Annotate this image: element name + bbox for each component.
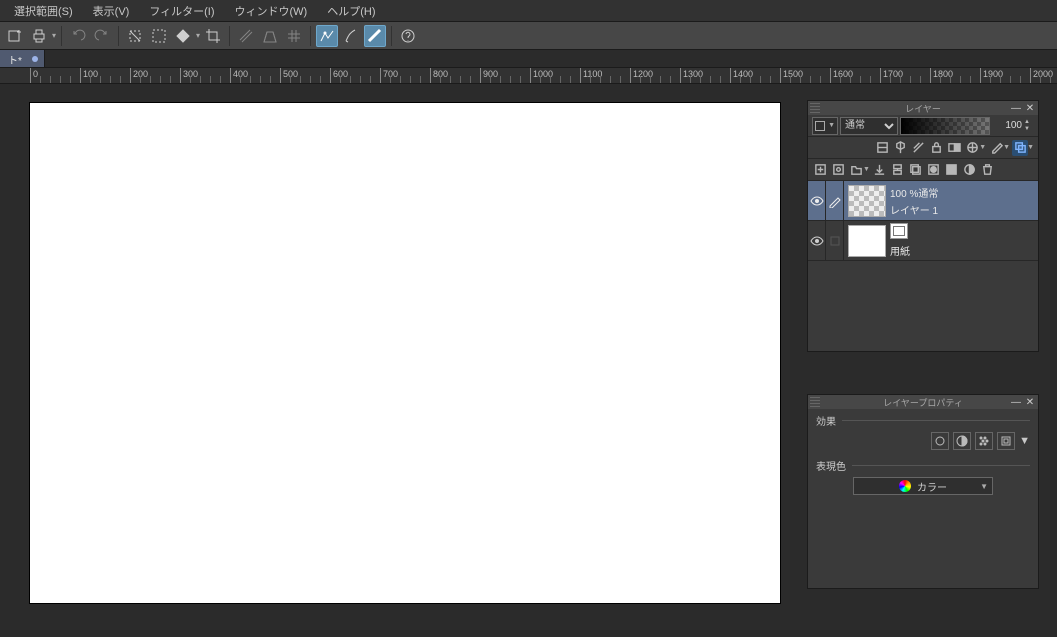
horizontal-ruler: 0100200300400500600700800900100011001200… xyxy=(0,68,1057,84)
delete-layer-icon[interactable] xyxy=(980,162,996,178)
layer-thumbnail xyxy=(848,185,886,217)
corr-taper-icon[interactable] xyxy=(364,25,386,47)
layer-list: 100 %通常 レイヤー 1 用紙 xyxy=(808,181,1038,351)
snap-parallel-icon[interactable] xyxy=(235,25,257,47)
command-bar: ▾ ▾ xyxy=(0,22,1057,50)
menu-help[interactable]: ヘルプ(H) xyxy=(317,0,385,22)
layer-item[interactable]: 用紙 xyxy=(808,221,1038,261)
select-all-icon[interactable] xyxy=(148,25,170,47)
new-raster-layer-icon[interactable] xyxy=(812,162,828,178)
layer-item[interactable]: 100 %通常 レイヤー 1 xyxy=(808,181,1038,221)
layer-mask-quick-icon[interactable] xyxy=(926,162,942,178)
layer-combine-icon[interactable] xyxy=(1012,140,1028,156)
effect-extract-line-icon[interactable] xyxy=(997,432,1015,450)
layers-panel: レイヤー — ✕ ▼ 通常 100 ▲▼ ▼ ▼ ▼ xyxy=(807,100,1039,352)
layer-property-titlebar[interactable]: レイヤープロパティ — ✕ xyxy=(808,395,1038,409)
lock-icon[interactable] xyxy=(928,140,944,156)
layer-opacity-label: 100 %通常 xyxy=(890,185,938,200)
ruler-tick: 0 xyxy=(30,68,38,84)
clip-mask-icon[interactable] xyxy=(874,140,890,156)
effect-border-icon[interactable] xyxy=(931,432,949,450)
layer-color-icon[interactable] xyxy=(988,140,1004,156)
visibility-toggle-icon[interactable] xyxy=(808,181,826,221)
visibility-toggle-icon[interactable] xyxy=(808,221,826,261)
blend-row: ▼ 通常 100 ▲▼ xyxy=(808,115,1038,137)
layer-thumbnail xyxy=(848,225,886,257)
effect-section-label: 効果 xyxy=(808,409,1038,428)
menu-filter[interactable]: フィルター(I) xyxy=(139,0,224,22)
layer-name: レイヤー 1 xyxy=(890,202,938,217)
color-section-label: 表現色 xyxy=(808,454,1038,473)
panel-close-icon[interactable]: ✕ xyxy=(1024,102,1036,114)
crop-icon[interactable] xyxy=(202,25,224,47)
edit-target-icon[interactable] xyxy=(826,181,844,221)
ruler-sub-icon[interactable] xyxy=(964,140,980,156)
apply-mask-icon[interactable] xyxy=(944,162,960,178)
grip-icon[interactable] xyxy=(810,103,820,113)
layer-action-row-1: ▼ ▼ ▼ xyxy=(808,137,1038,159)
layer-name: 用紙 xyxy=(890,243,910,258)
new-folder-icon[interactable] xyxy=(848,162,864,178)
redo-icon[interactable] xyxy=(91,25,113,47)
undo-icon[interactable] xyxy=(67,25,89,47)
dirty-dot-icon xyxy=(32,56,38,62)
fill-icon[interactable] xyxy=(172,25,194,47)
menu-window[interactable]: ウィンドウ(W) xyxy=(225,0,318,22)
effect-screen-icon[interactable] xyxy=(975,432,993,450)
layer-property-panel: レイヤープロパティ — ✕ 効果 ▼ 表現色 カラー ▼ xyxy=(807,394,1039,589)
print-icon[interactable] xyxy=(28,25,50,47)
layers-panel-title: レイヤー xyxy=(905,102,941,115)
panel-minimize-icon[interactable]: — xyxy=(1010,396,1022,408)
canvas[interactable] xyxy=(30,103,780,603)
canvas-viewport[interactable] xyxy=(0,84,800,637)
layer-list-empty-area xyxy=(808,261,1038,351)
new-vector-layer-icon[interactable] xyxy=(830,162,846,178)
transfer-down-icon[interactable] xyxy=(872,162,888,178)
effect-icons-row: ▼ xyxy=(808,428,1038,454)
snap-perspective-icon[interactable] xyxy=(259,25,281,47)
panel-column: レイヤー — ✕ ▼ 通常 100 ▲▼ ▼ ▼ ▼ xyxy=(807,100,1039,631)
draft-layer-icon[interactable] xyxy=(910,140,926,156)
effect-tone-icon[interactable] xyxy=(953,432,971,450)
layer-action-row-2: ▼ xyxy=(808,159,1038,181)
edit-target-icon[interactable] xyxy=(826,221,844,261)
document-tab[interactable]: ト* xyxy=(0,50,45,67)
new-canvas-icon[interactable] xyxy=(4,25,26,47)
reference-layer-icon[interactable] xyxy=(892,140,908,156)
layer-mask-icon[interactable] xyxy=(946,140,962,156)
new-correction-layer-icon[interactable] xyxy=(962,162,978,178)
duplicate-layer-icon[interactable] xyxy=(908,162,924,178)
panel-minimize-icon[interactable]: — xyxy=(1010,102,1022,114)
expression-color-select[interactable]: カラー ▼ xyxy=(853,477,993,495)
paper-mini-icon xyxy=(890,223,908,239)
menu-select-range[interactable]: 選択範囲(S) xyxy=(4,0,83,22)
opacity-value: 100 xyxy=(992,120,1022,131)
layer-property-title: レイヤープロパティ xyxy=(883,396,963,409)
menu-bar: 選択範囲(S) 表示(V) フィルター(I) ウィンドウ(W) ヘルプ(H) xyxy=(0,0,1057,22)
expression-color-value: カラー xyxy=(917,479,947,494)
ruler-tick: 1100 xyxy=(580,68,602,84)
document-tabs: ト* xyxy=(0,50,1057,68)
merge-down-icon[interactable] xyxy=(890,162,906,178)
color-wheel-icon xyxy=(899,480,911,492)
grip-icon[interactable] xyxy=(810,397,820,407)
panel-close-icon[interactable]: ✕ xyxy=(1024,396,1036,408)
blend-mode-select[interactable]: 通常 xyxy=(840,117,898,135)
corr-before-after-icon[interactable] xyxy=(316,25,338,47)
document-tab-label: ト* xyxy=(8,56,22,67)
snap-grid-icon[interactable] xyxy=(283,25,305,47)
opacity-spinner[interactable]: ▲▼ xyxy=(1024,119,1034,133)
deselect-icon[interactable] xyxy=(124,25,146,47)
layers-panel-titlebar[interactable]: レイヤー — ✕ xyxy=(808,101,1038,115)
menu-view[interactable]: 表示(V) xyxy=(83,0,140,22)
palette-color-icon[interactable]: ▼ xyxy=(812,117,838,135)
help-icon[interactable] xyxy=(397,25,419,47)
opacity-slider[interactable] xyxy=(900,117,990,135)
corr-brush-icon[interactable] xyxy=(340,25,362,47)
